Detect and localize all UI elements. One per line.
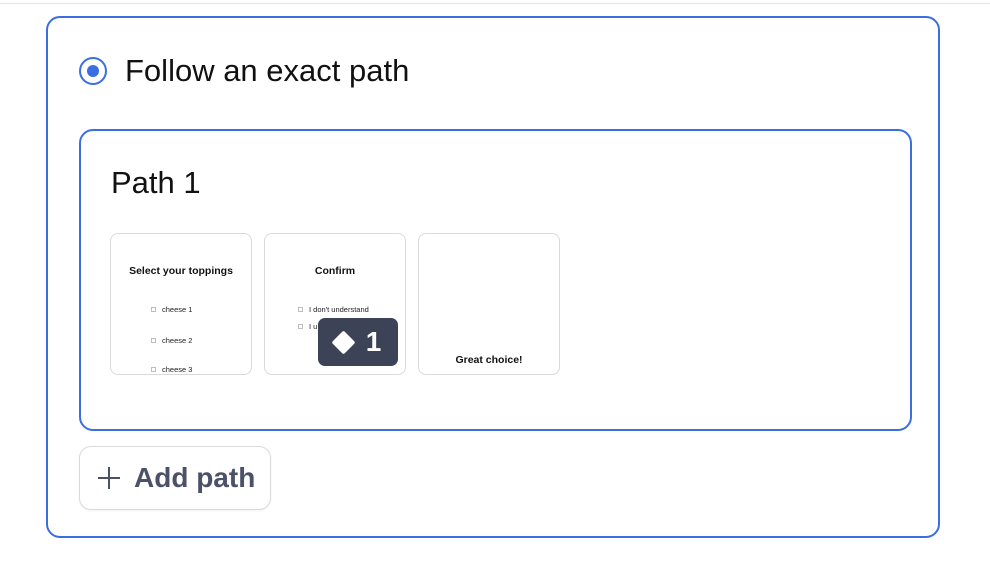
checkbox-icon <box>151 338 156 343</box>
screen-thumbnail-toppings[interactable]: Select your toppings cheese 1 cheese 2 c… <box>110 233 252 375</box>
checkbox-option: I don't understand <box>298 305 369 314</box>
screen-title: Great choice! <box>455 354 523 366</box>
radio-button-selected[interactable] <box>79 56 107 85</box>
screen-title: Confirm <box>314 265 356 277</box>
checkbox-icon <box>151 307 156 312</box>
checkbox-icon <box>151 367 156 372</box>
plus-icon <box>98 467 120 489</box>
checkbox-label: I don't understand <box>309 305 369 314</box>
screen-title: Select your toppings <box>129 265 233 277</box>
checkbox-label: cheese 2 <box>162 336 193 345</box>
path-card: Path 1 Select your toppings cheese 1 che… <box>79 129 912 431</box>
checkbox-icon <box>298 324 303 329</box>
path-title: Path 1 <box>111 165 201 200</box>
checkbox-icon <box>298 307 303 312</box>
checkbox-label: cheese 1 <box>162 305 193 314</box>
option-label: Follow an exact path <box>125 53 410 88</box>
checkbox-option: cheese 3 <box>151 365 192 374</box>
path-count-badge: 1 <box>318 318 398 366</box>
screen-thumbnail-great-choice[interactable]: Great choice! <box>418 233 560 375</box>
checkbox-option: cheese 2 <box>151 336 192 345</box>
add-path-button[interactable]: Add path <box>79 446 271 510</box>
radio-dot <box>87 64 99 77</box>
checkbox-label: I u <box>309 322 318 331</box>
add-path-label: Add path <box>134 462 256 493</box>
path-option-card: Follow an exact path Path 1 Select your … <box>46 16 940 538</box>
checkbox-option: I u <box>298 322 317 331</box>
badge-count: 1 <box>365 326 382 357</box>
top-divider <box>0 3 990 4</box>
checkbox-label: cheese 3 <box>162 365 193 374</box>
follow-exact-path-option[interactable]: Follow an exact path <box>79 55 409 86</box>
checkbox-option: cheese 1 <box>151 305 192 314</box>
diamond-icon <box>331 329 356 355</box>
